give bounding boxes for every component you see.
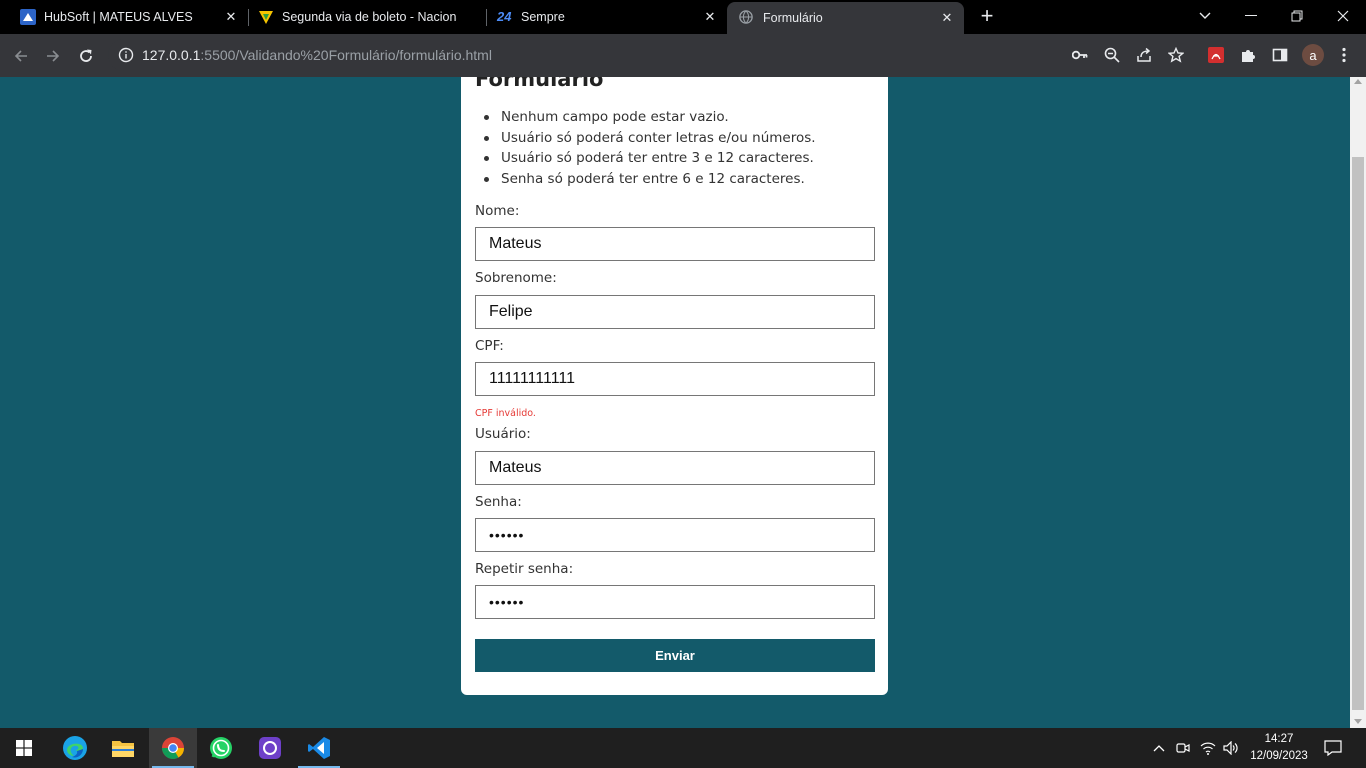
cpf-error-message: CPF inválido.: [475, 408, 536, 419]
sobrenome-label: Sobrenome:: [475, 270, 557, 286]
windows-taskbar: 14:27 12/09/2023: [0, 728, 1366, 768]
vscode-icon[interactable]: [295, 728, 343, 768]
repetir-senha-label: Repetir senha:: [475, 561, 574, 577]
forward-icon[interactable]: [39, 42, 67, 70]
notification-center-icon[interactable]: [1324, 739, 1342, 757]
globe-icon: [739, 10, 755, 26]
sempre-24-icon: 24: [497, 9, 512, 24]
file-explorer-icon[interactable]: [99, 728, 147, 768]
repetir-senha-input[interactable]: ••••••: [475, 585, 875, 619]
enviar-button[interactable]: Enviar: [475, 639, 875, 672]
tab-title: Sempre: [521, 10, 565, 24]
start-icon[interactable]: [0, 728, 48, 768]
tab-formulario[interactable]: Formulário ✕: [727, 2, 964, 34]
form-card: Formulário Nenhum campo pode estar vazio…: [461, 77, 888, 695]
nacional-icon: [258, 9, 274, 25]
tab-search-icon[interactable]: [1182, 0, 1228, 32]
side-panel-icon[interactable]: [1271, 46, 1289, 64]
tab-sempre[interactable]: 24 Sempre ✕: [477, 0, 727, 34]
cpf-input[interactable]: 11111111111: [475, 362, 875, 396]
usuario-input[interactable]: Mateus: [475, 451, 875, 485]
form-title: Formulário: [475, 77, 604, 91]
scrollbar-thumb[interactable]: [1352, 157, 1364, 710]
acrobat-extension-icon[interactable]: [1207, 46, 1225, 64]
nome-input[interactable]: Mateus: [475, 227, 875, 261]
rule-item: Nenhum campo pode estar vazio.: [475, 107, 875, 128]
back-icon[interactable]: [7, 42, 35, 70]
scroll-down-icon[interactable]: [1354, 719, 1362, 724]
system-clock[interactable]: 14:27 12/09/2023: [1244, 731, 1314, 765]
tab-title: HubSoft | MATEUS ALVES: [44, 10, 193, 24]
url-text: 127.0.0.1:5500/Validando%20Formulário/fo…: [142, 47, 492, 63]
scroll-up-icon[interactable]: [1354, 79, 1362, 84]
rules-list: Nenhum campo pode estar vazio. Usuário s…: [475, 107, 875, 190]
chrome-icon[interactable]: [149, 728, 197, 768]
share-icon[interactable]: [1135, 46, 1153, 64]
extensions-puzzle-icon[interactable]: [1239, 46, 1257, 64]
github-desktop-icon[interactable]: [246, 728, 294, 768]
key-icon[interactable]: [1071, 46, 1089, 64]
restore-icon[interactable]: [1274, 0, 1320, 32]
rule-item: Usuário só poderá conter letras e/ou núm…: [475, 128, 875, 149]
tab-title: Segunda via de boleto - Nacional: [282, 10, 457, 24]
usuario-label: Usuário:: [475, 426, 531, 442]
rule-item: Senha só poderá ter entre 6 e 12 caracte…: [475, 169, 875, 190]
site-info-icon[interactable]: [118, 47, 134, 63]
senha-label: Senha:: [475, 494, 522, 510]
menu-kebab-icon[interactable]: [1335, 46, 1353, 64]
tab-hubsoft[interactable]: HubSoft | MATEUS ALVES ✕: [0, 0, 248, 34]
tab-boleto[interactable]: Segunda via de boleto - Nacional: [238, 0, 488, 34]
reload-icon[interactable]: [72, 42, 100, 70]
tab-title: Formulário: [763, 11, 823, 25]
clock-time: 14:27: [1264, 733, 1294, 745]
browser-toolbar: 127.0.0.1:5500/Validando%20Formulário/fo…: [0, 34, 1366, 77]
zoom-out-icon[interactable]: [1103, 46, 1121, 64]
minimize-icon[interactable]: [1228, 0, 1274, 32]
rule-item: Usuário só poderá ter entre 3 e 12 carac…: [475, 148, 875, 169]
cpf-label: CPF:: [475, 338, 504, 354]
edge-icon[interactable]: [51, 728, 99, 768]
new-tab-icon[interactable]: +: [976, 5, 998, 28]
page-viewport: Formulário Nenhum campo pode estar vazio…: [0, 77, 1366, 728]
close-tab-icon[interactable]: ✕: [701, 8, 719, 26]
tray-chevron-up-icon[interactable]: [1150, 739, 1168, 757]
url-path: :5500/Validando%20Formulário/formulário.…: [200, 47, 492, 63]
sobrenome-input[interactable]: Felipe: [475, 295, 875, 329]
address-bar[interactable]: 127.0.0.1:5500/Validando%20Formulário/fo…: [108, 39, 1310, 71]
clock-date: 12/09/2023: [1250, 750, 1308, 762]
url-host: 127.0.0.1: [142, 47, 201, 63]
page-scrollbar[interactable]: [1350, 77, 1366, 728]
nome-label: Nome:: [475, 203, 520, 219]
close-tab-icon[interactable]: ✕: [938, 9, 956, 27]
meet-now-icon[interactable]: [1174, 739, 1192, 757]
profile-avatar[interactable]: a: [1302, 44, 1324, 66]
senha-input[interactable]: ••••••: [475, 518, 875, 552]
close-window-icon[interactable]: [1320, 0, 1366, 32]
bookmark-star-icon[interactable]: [1167, 46, 1185, 64]
hubsoft-icon: [20, 9, 36, 25]
browser-tab-strip: HubSoft | MATEUS ALVES ✕ Segunda via de …: [0, 0, 1366, 34]
network-wifi-icon[interactable]: [1199, 739, 1217, 757]
volume-icon[interactable]: [1222, 739, 1240, 757]
whatsapp-icon[interactable]: [197, 728, 245, 768]
